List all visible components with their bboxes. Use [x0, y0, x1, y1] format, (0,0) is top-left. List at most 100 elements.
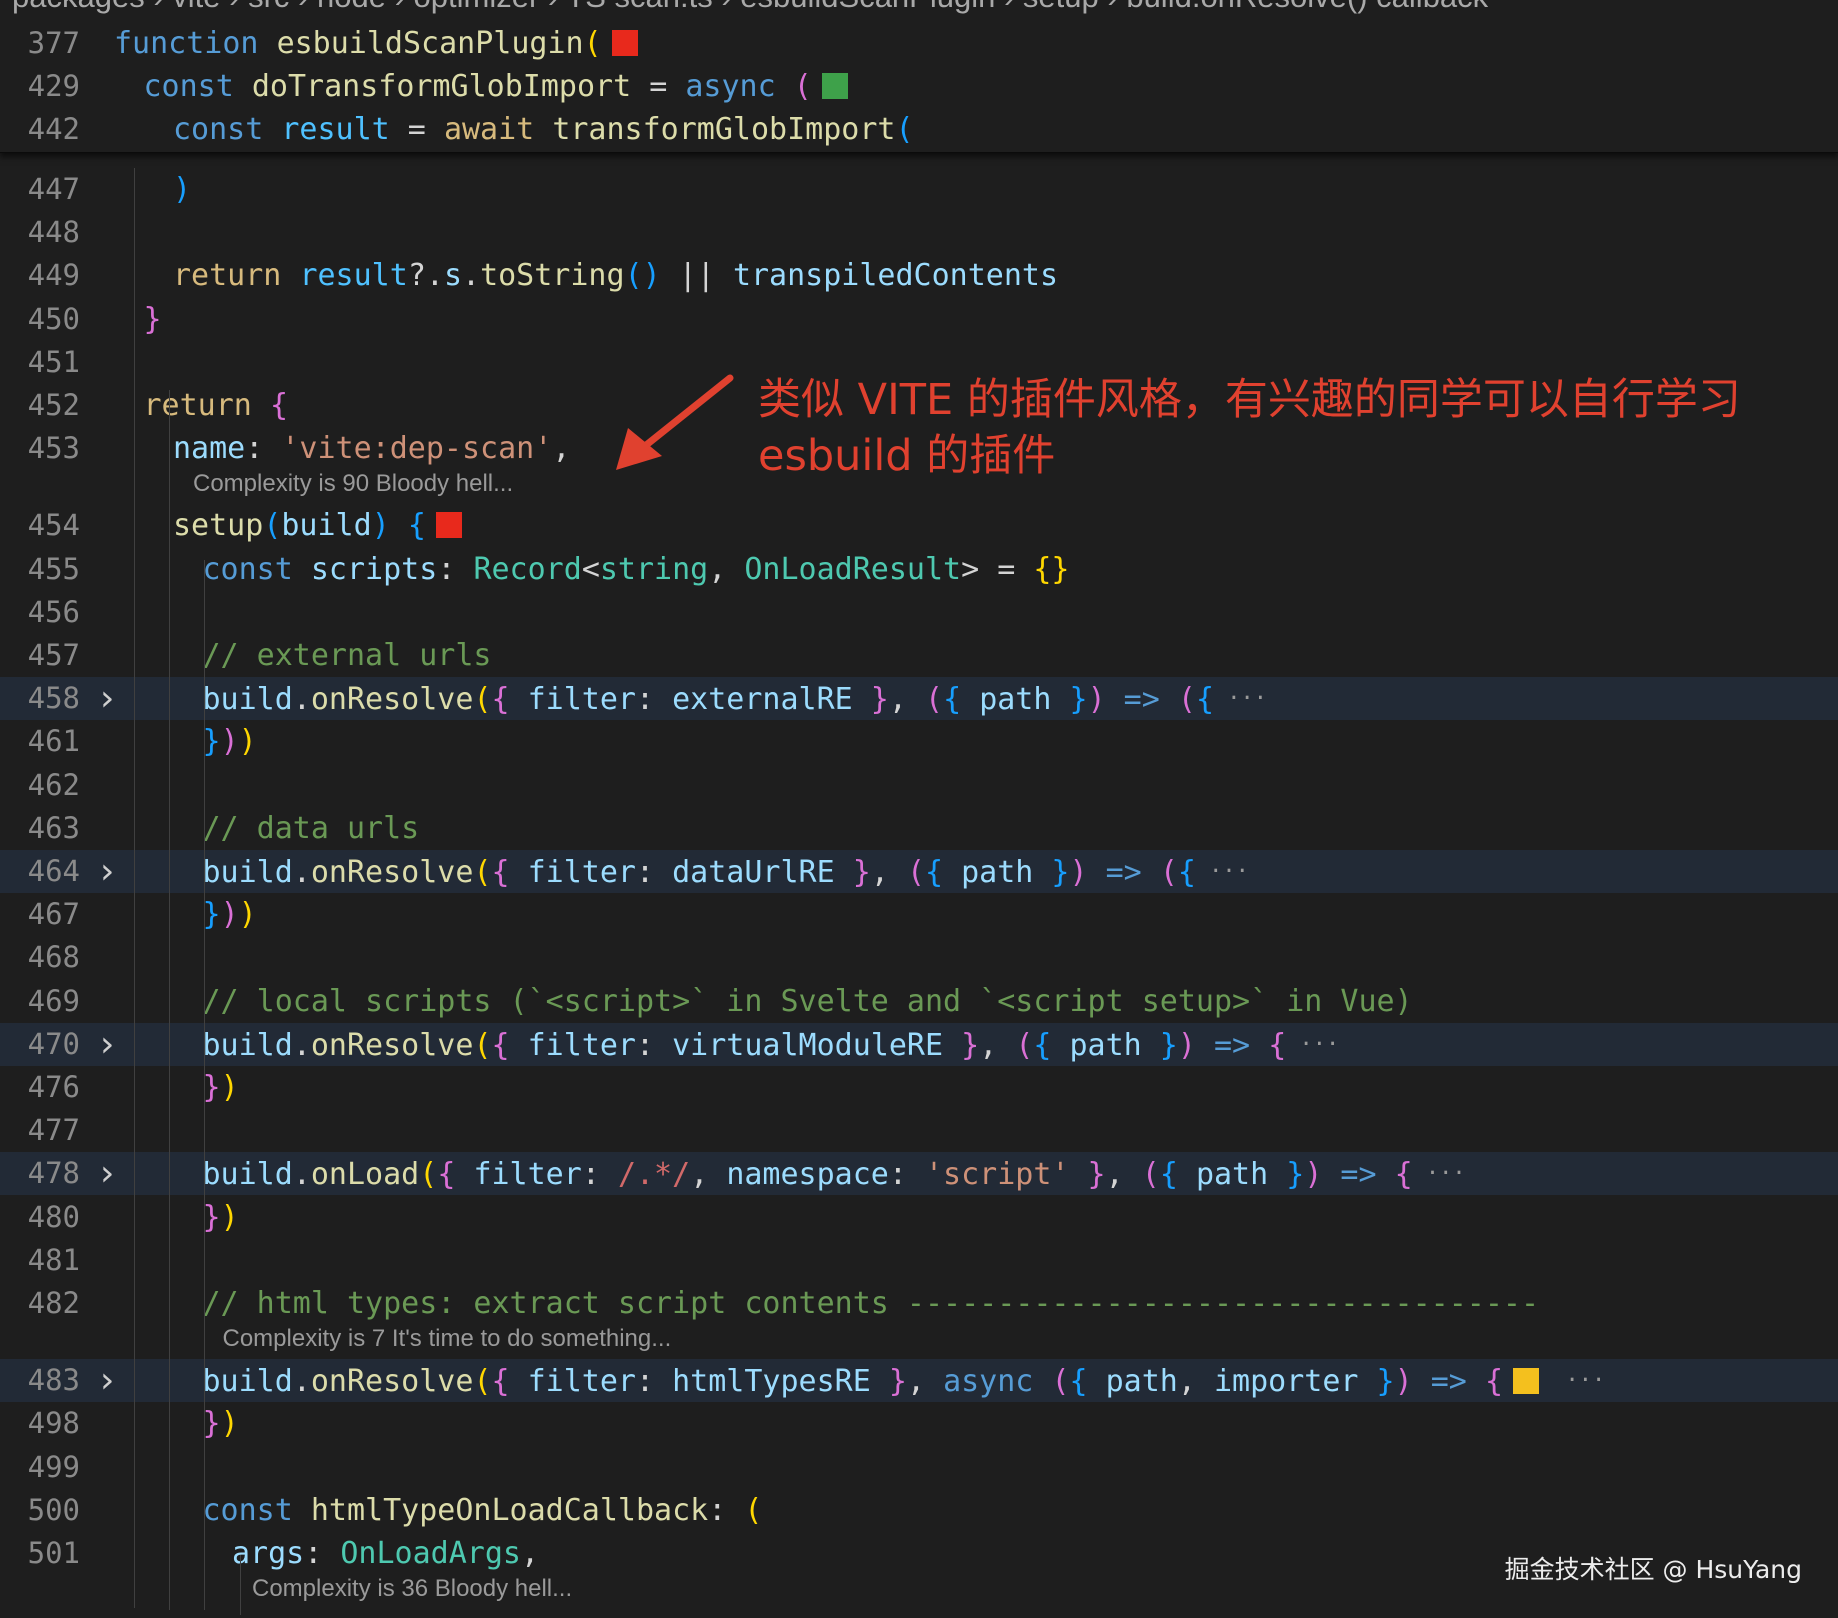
sticky-line[interactable]: 377 function esbuildScanPlugin( [0, 22, 1838, 65]
sticky-scroll-header[interactable]: packages › vite › src › node › optimizer… [0, 0, 1838, 153]
code-text: }) [203, 1402, 239, 1445]
code-token: ( [925, 682, 944, 718]
line-number: 447 [27, 172, 80, 206]
code-line[interactable]: 449 return result?.s.toString() || transp… [0, 254, 1838, 297]
code-line[interactable]: 498}) [0, 1402, 1838, 1445]
code-text: const scripts: Record<string, OnLoadResu… [203, 548, 1070, 591]
breadcrumb-item[interactable]: packages [12, 0, 145, 14]
code-line[interactable]: 477 [0, 1109, 1838, 1152]
code-line[interactable]: 499 [0, 1446, 1838, 1489]
code-token: onLoad [310, 1157, 420, 1193]
code-line[interactable]: 448 [0, 211, 1838, 254]
breadcrumb-item[interactable]: optimizer [414, 0, 540, 14]
code-token: dataUrlRE [672, 855, 835, 890]
breadcrumb-item[interactable]: esbuildScanPlugin [740, 0, 995, 14]
line-number: 464 [27, 854, 80, 888]
code-token: filter [527, 682, 636, 718]
code-editor[interactable]: packages › vite › src › node › optimizer… [0, 0, 1838, 1618]
code-token: ) [220, 1070, 239, 1105]
codelens-complexity[interactable]: Complexity is 36 Bloody hell... [252, 1573, 572, 1605]
sticky-line[interactable]: 429 const doTransformGlobImport = async ( [0, 65, 1838, 108]
breadcrumb-item[interactable]: vite [172, 0, 220, 14]
line-number: 458 [27, 681, 80, 716]
line-number: 469 [27, 983, 80, 1018]
code-token: const [202, 551, 311, 587]
code-token: ) [173, 172, 192, 207]
code-token: , [552, 431, 571, 467]
line-number: 463 [27, 810, 80, 845]
codelens-complexity[interactable]: Complexity is 7 It's time to do somethin… [223, 1323, 672, 1355]
fold-chevron-right-icon[interactable]: › [96, 677, 118, 720]
code-line[interactable]: 478 › build.onLoad({ filter: /.*/, namespa… [0, 1152, 1838, 1196]
code-token: transformGlobImport [552, 112, 896, 147]
code-line[interactable]: 467})) [0, 893, 1838, 936]
code-token: { [491, 1364, 528, 1400]
code-line[interactable]: 457 // external urls [0, 634, 1838, 677]
chevron-right-icon: › [221, 0, 249, 14]
fold-chevron-right-icon[interactable]: › [96, 1023, 118, 1066]
code-token: () [624, 258, 661, 294]
code-token: { [1159, 1157, 1196, 1193]
code-line[interactable]: 483 › build.onResolve({ filter: htmlTypesR… [0, 1359, 1838, 1403]
code-line[interactable]: 458 › build.onResolve({ filter: externalRE… [0, 677, 1838, 721]
line-number: 498 [27, 1406, 80, 1441]
code-token: onResolve [310, 682, 474, 718]
code-line[interactable]: 480}) [0, 1196, 1838, 1239]
breadcrumb-item[interactable]: TS scan.ts [566, 0, 712, 14]
code-line[interactable]: 463 // data urls [0, 807, 1838, 850]
code-line[interactable]: 481 [0, 1239, 1838, 1282]
code-line[interactable]: 470 › build.onResolve({ filter: virtualMod… [0, 1022, 1838, 1066]
code-token: // data urls [202, 810, 420, 846]
breadcrumb-item[interactable]: build.onResolve() callback [1126, 0, 1488, 14]
color-marker-icon [435, 512, 462, 539]
code-text: }) [203, 1066, 239, 1109]
code-token: onResolve [310, 1027, 474, 1063]
breadcrumb[interactable]: packages › vite › src › node › optimizer… [12, 0, 1488, 12]
folded-ellipsis-icon[interactable]: ··· [1286, 1032, 1339, 1057]
code-line[interactable]: 461})) [0, 720, 1838, 763]
sticky-line[interactable]: 442 const result = await transformGlobImp… [0, 108, 1838, 151]
code-token: } [1141, 1027, 1178, 1063]
code-token: } [943, 1027, 980, 1063]
code-token: = [631, 69, 686, 104]
code-token: name [173, 431, 246, 467]
code-line[interactable]: 454 setup(build) { [0, 504, 1838, 547]
folded-ellipsis-icon[interactable]: ··· [1539, 1368, 1605, 1393]
fold-chevron-right-icon[interactable]: › [96, 850, 118, 893]
line-number: 456 [27, 594, 80, 629]
code-line[interactable]: 464 › build.onResolve({ filter: dataUrlRE … [0, 850, 1838, 893]
code-line[interactable]: 468 [0, 936, 1838, 979]
code-line[interactable]: 476}) [0, 1066, 1838, 1109]
code-line[interactable]: 500 const htmlTypeOnLoadCallback: ( [0, 1489, 1838, 1532]
breadcrumb-item[interactable]: src [248, 0, 289, 14]
fold-chevron-right-icon[interactable]: › [96, 1359, 118, 1402]
chevron-right-icon: › [289, 0, 317, 14]
code-token: ) [1304, 1157, 1323, 1193]
code-text: }) [203, 1196, 239, 1239]
code-token: const [143, 69, 252, 104]
code-line[interactable]: 450} [0, 298, 1838, 341]
code-line[interactable]: 455 const scripts: Record<string, OnLoadR… [0, 548, 1838, 591]
code-line[interactable]: 469 // local scripts (`<script>` in Svelt… [0, 980, 1838, 1023]
code-line[interactable]: 447) [0, 168, 1838, 211]
line-number: 457 [27, 638, 80, 672]
folded-ellipsis-icon[interactable]: ··· [1214, 686, 1267, 711]
line-number: 448 [27, 215, 80, 250]
code-text: // local scripts (`<script>` in Svelte a… [203, 980, 1413, 1023]
code-token: ) [238, 897, 257, 933]
breadcrumb-item[interactable]: node [317, 0, 386, 14]
code-token: string [599, 551, 709, 587]
breadcrumb-item[interactable]: setup [1023, 0, 1099, 14]
folded-ellipsis-icon[interactable]: ··· [1413, 1161, 1466, 1186]
fold-chevron-right-icon[interactable]: › [96, 1152, 118, 1195]
code-token: filter [527, 1364, 636, 1400]
code-line[interactable]: 482 // html types: extract script content… [0, 1282, 1838, 1325]
code-token: . [462, 258, 481, 294]
code-token: htmlTypeOnLoadCallback [310, 1492, 709, 1528]
code-line[interactable]: 456 [0, 591, 1838, 634]
code-text: // external urls [203, 634, 492, 677]
codelens-complexity[interactable]: Complexity is 90 Bloody hell... [193, 468, 513, 500]
code-line[interactable]: 462 [0, 764, 1838, 807]
line-number: 482 [27, 1286, 80, 1320]
folded-ellipsis-icon[interactable]: ··· [1196, 859, 1249, 884]
